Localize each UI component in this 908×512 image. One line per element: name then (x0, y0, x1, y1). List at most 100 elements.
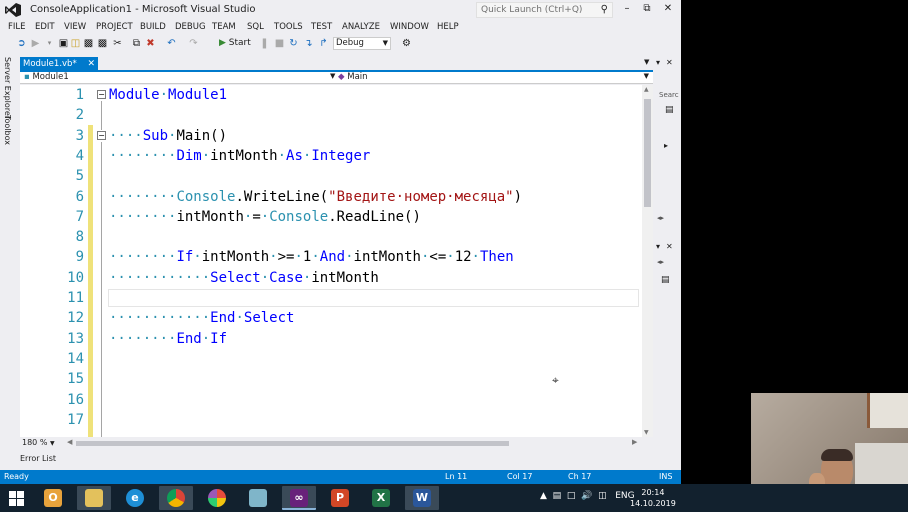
pause-icon[interactable]: ❚ (259, 38, 270, 49)
menu-edit[interactable]: EDIT (35, 22, 55, 32)
outlook-taskbar-icon[interactable]: O (36, 486, 70, 510)
menu-view[interactable]: VIEW (64, 22, 86, 32)
code-line[interactable]: 7 ········intMonth·=·Console.ReadLine() (20, 207, 642, 227)
scroll-right-icon[interactable]: ▶ (632, 438, 637, 446)
properties-grid-icon[interactable]: ▤ (661, 275, 670, 285)
menu-debug[interactable]: DEBUG (175, 22, 206, 32)
windows-start-icon[interactable] (9, 491, 24, 506)
close-icon[interactable]: ✕ (660, 2, 676, 16)
code-line[interactable]: 10 ············Select·Case·intMonth (20, 268, 642, 288)
menu-file[interactable]: FILE (8, 22, 26, 32)
menu-test[interactable]: TEST (311, 22, 332, 32)
menu-analyze[interactable]: ANALYZE (342, 22, 380, 32)
stop-icon[interactable]: ■ (274, 38, 285, 49)
notification-icon[interactable]: ◫ (598, 491, 607, 501)
expand-arrow-icon[interactable]: ▸ (664, 141, 668, 150)
paint-taskbar-icon[interactable] (200, 486, 234, 510)
restore-icon[interactable]: ⧉ (639, 2, 655, 16)
server-explorer-tab[interactable]: Server Explorer (3, 57, 12, 119)
tray-app-icon[interactable]: ▤ (553, 491, 562, 501)
close-tab-icon[interactable]: ✕ (87, 57, 95, 71)
back-icon[interactable]: ➲ (16, 38, 27, 49)
excel-taskbar-icon[interactable]: X (364, 486, 398, 510)
panel-close-icon[interactable]: ✕ (666, 58, 673, 67)
solution-configuration-select[interactable]: Debug ▼ (333, 37, 391, 50)
file-explorer-taskbar-icon[interactable] (77, 486, 111, 510)
chevron-down-icon[interactable]: ▼ (644, 72, 649, 80)
quick-launch-input[interactable]: Quick Launch (Ctrl+Q) ⚲ (476, 2, 613, 18)
network-icon[interactable]: □ (567, 491, 576, 501)
step-into-icon[interactable]: ↴ (303, 38, 314, 49)
attach-process-icon[interactable]: ⚙ (401, 38, 412, 49)
scroll-thumb[interactable] (644, 99, 651, 207)
new-project-icon[interactable]: ▣ (58, 38, 69, 49)
code-line[interactable]: 4 ········Dim·intMonth·As·Integer (20, 146, 642, 166)
code-line[interactable]: 6 ········Console.WriteLine("Введите·номе… (20, 187, 642, 207)
step-over-icon[interactable]: ↻ (288, 38, 299, 49)
menu-help[interactable]: HELP (437, 22, 459, 32)
code-line[interactable]: 17 (20, 410, 642, 430)
splitter-icon[interactable]: ◂▸ (657, 258, 664, 266)
menu-build[interactable]: BUILD (140, 22, 166, 32)
types-dropdown[interactable]: ▪ Module1 (24, 72, 69, 82)
panel2-pin-icon[interactable]: ▾ (656, 242, 660, 251)
members-dropdown[interactable]: ◆ Main (338, 72, 368, 82)
dropdown-arrow-icon[interactable]: ▾ (44, 38, 55, 49)
horizontal-scroll-thumb[interactable] (76, 441, 509, 446)
chevron-down-icon[interactable]: ▼ (330, 72, 335, 80)
code-line[interactable]: 5 (20, 166, 642, 186)
undo-icon[interactable]: ↶ (166, 38, 177, 49)
internet-explorer-taskbar-icon[interactable]: e (118, 486, 152, 510)
word-taskbar-icon[interactable]: W (405, 486, 439, 510)
menu-tools[interactable]: TOOLS (274, 22, 303, 32)
search-icon[interactable]: ⚲ (601, 4, 608, 15)
code-line[interactable]: 12 ············End·Select (20, 308, 642, 328)
zoom-level-dropdown[interactable]: 180 % ▼ (20, 437, 64, 449)
chrome-taskbar-icon[interactable] (159, 486, 193, 510)
save-icon[interactable]: ▩ (83, 38, 94, 49)
volume-icon[interactable]: 🔊 (581, 491, 592, 501)
paste-icon[interactable]: ✖ (145, 38, 156, 49)
minimize-icon[interactable]: – (619, 2, 635, 16)
cut-icon[interactable]: ✂ (112, 38, 123, 49)
code-editor[interactable]: − − 1 Module·Module1 2 3 ····Sub·Main() 4 ····… (20, 85, 642, 437)
error-list-tab[interactable]: Error List (20, 454, 56, 463)
menu-team[interactable]: TEAM (212, 22, 236, 32)
step-out-icon[interactable]: ↱ (318, 38, 329, 49)
tray-expand-icon[interactable]: ▲ (540, 491, 547, 501)
panel-pin-icon[interactable]: ▾ (656, 58, 660, 67)
splitter-icon[interactable]: ◂▸ (657, 214, 664, 222)
forward-icon[interactable]: ▶ (30, 38, 41, 49)
visual-studio-taskbar-icon[interactable]: ∞ (282, 486, 316, 510)
menu-project[interactable]: PROJECT (96, 22, 133, 32)
tab-module1[interactable]: Module1.vb* ✕ (20, 57, 98, 71)
menu-window[interactable]: WINDOW (390, 22, 429, 32)
properties-icon[interactable]: ▤ (665, 105, 674, 115)
menu-sql[interactable]: SQL (247, 22, 264, 32)
panel2-close-icon[interactable]: ✕ (666, 242, 673, 251)
taskbar-clock[interactable]: 20:14 14.10.2019 (630, 487, 676, 509)
vertical-scrollbar[interactable]: ▲ ▼ (642, 85, 653, 437)
code-line[interactable]: 15 (20, 369, 642, 389)
code-line[interactable]: 8 (20, 227, 642, 247)
tab-list-dropdown-icon[interactable]: ▼ (644, 58, 649, 66)
scroll-up-icon[interactable]: ▲ (644, 86, 649, 93)
code-line[interactable]: 11 (20, 288, 642, 308)
code-line[interactable]: 2 (20, 105, 642, 125)
toolbox-tab[interactable]: Toolbox (3, 115, 12, 145)
copy-icon[interactable]: ⧉ (131, 38, 142, 49)
code-line[interactable]: 14 (20, 349, 642, 369)
code-line[interactable]: 9 ········If·intMonth·>=·1·And·intMonth·<… (20, 247, 642, 267)
redo-icon[interactable]: ↷ (188, 38, 199, 49)
code-line[interactable]: 13 ········End·If (20, 329, 642, 349)
start-debugging-button[interactable]: ▶ Start (219, 38, 251, 48)
save-all-icon[interactable]: ▩ (97, 38, 108, 49)
scroll-left-icon[interactable]: ◀ (67, 438, 72, 446)
scroll-down-icon[interactable]: ▼ (644, 429, 649, 436)
open-file-icon[interactable]: ◫ (70, 38, 81, 49)
notes-taskbar-icon[interactable] (241, 486, 275, 510)
code-line[interactable]: 3 ····Sub·Main() (20, 126, 642, 146)
powerpoint-taskbar-icon[interactable]: P (323, 486, 357, 510)
code-line[interactable]: 1 Module·Module1 (20, 85, 642, 105)
code-line[interactable]: 16 (20, 390, 642, 410)
